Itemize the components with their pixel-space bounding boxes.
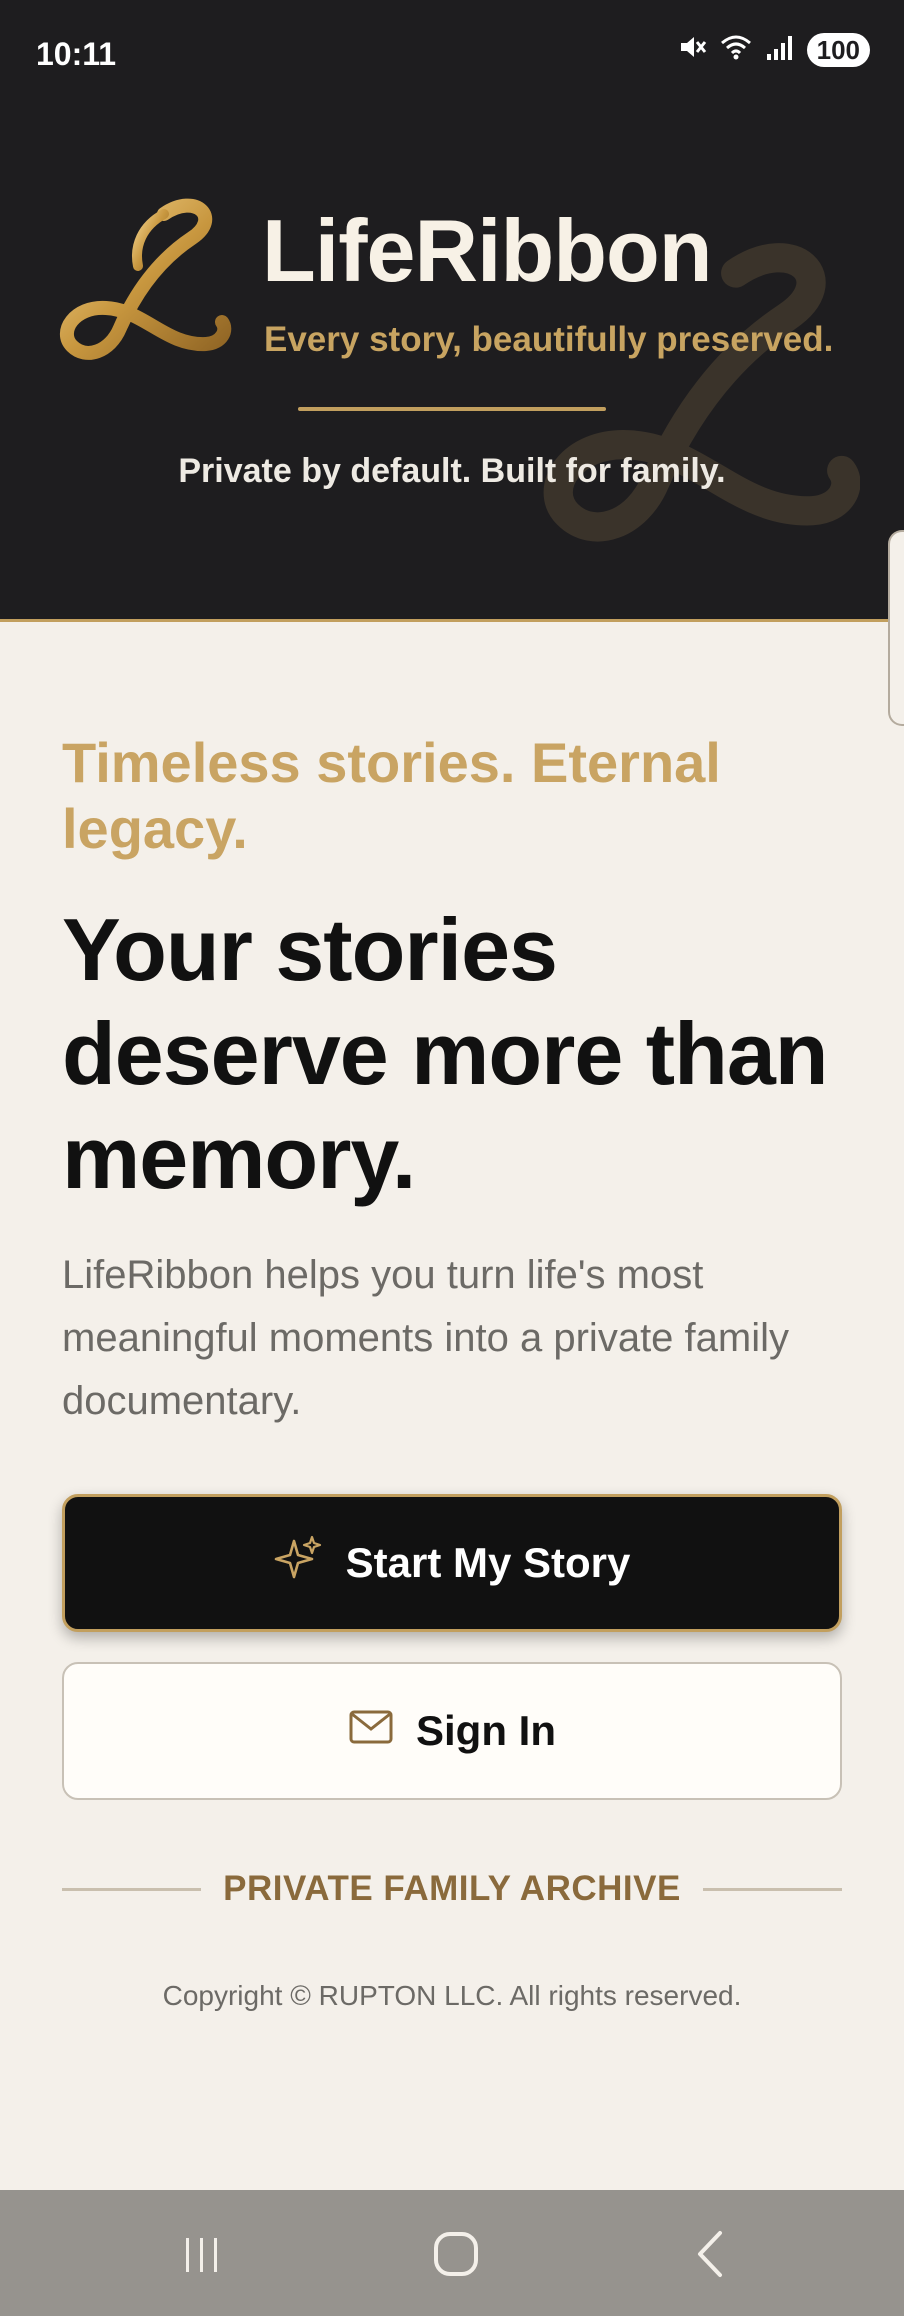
system-nav-bar (0, 2190, 904, 2316)
privacy-note: Private by default. Built for family. (178, 452, 726, 490)
copyright-text: Copyright © RUPTON LLC. All rights reser… (162, 1980, 742, 2011)
header-divider (298, 407, 606, 411)
archive-divider: PRIVATE FAMILY ARCHIVE (62, 1864, 842, 1914)
signal-icon (765, 32, 795, 67)
hero-headline: Your stories deserve more than memory. (62, 900, 829, 1207)
ribbon-l-logo-icon (60, 198, 232, 360)
back-icon[interactable] (680, 2226, 740, 2282)
sign-in-button[interactable]: Sign In (62, 1662, 842, 1800)
home-icon[interactable] (426, 2226, 486, 2282)
wifi-icon (719, 32, 753, 67)
mute-icon (677, 32, 707, 67)
status-bar: 10:11 100 (0, 0, 904, 110)
app-tagline: Every story, beautifully preserved. (264, 320, 834, 359)
archive-label: PRIVATE FAMILY ARCHIVE (223, 1869, 681, 1908)
status-time: 10:11 (36, 36, 117, 72)
app-title: LifeRibbon (262, 201, 712, 300)
start-my-story-label: Start My Story (345, 1539, 631, 1586)
recent-apps-icon[interactable] (172, 2226, 232, 2282)
hero-description: LifeRibbon helps you turn life's most me… (62, 1253, 789, 1423)
divider-line-right (702, 1887, 842, 1891)
app-header: 10:11 100 LifeRibbon Every story, beauti… (0, 0, 904, 622)
start-my-story-button[interactable]: Start My Story (62, 1494, 842, 1632)
sign-in-label: Sign In (416, 1707, 556, 1754)
edge-panel-handle[interactable] (888, 530, 904, 726)
mail-icon (348, 1707, 394, 1755)
status-icons: 100 (677, 32, 870, 67)
hero-eyebrow: Timeless stories. Eternal legacy. (62, 731, 721, 860)
battery-icon: 100 (806, 32, 870, 67)
sparkle-icon (274, 1533, 324, 1593)
divider-line-left (62, 1887, 202, 1891)
